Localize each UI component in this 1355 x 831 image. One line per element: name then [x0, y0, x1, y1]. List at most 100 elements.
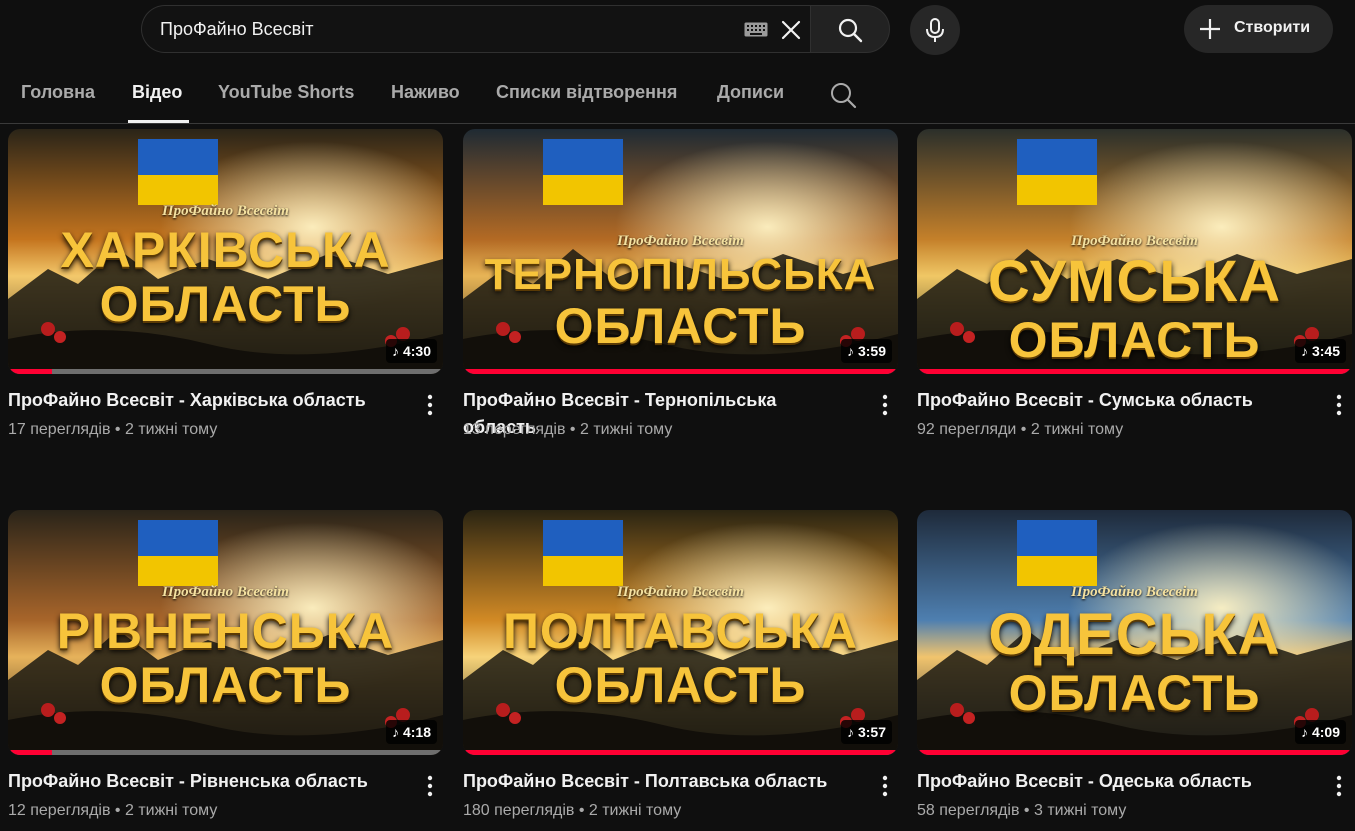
video-title[interactable]: ПроФайно Всесвіт - Харківська область [8, 387, 398, 414]
video-thumbnail[interactable]: ПроФайно Всесвіт РІВНЕНСЬКА ОБЛАСТЬ ♪ 4:1… [8, 510, 443, 755]
thumbnail-title-line2: ОБЛАСТЬ [1008, 312, 1261, 368]
watch-progress-fill [917, 750, 1352, 755]
upload-age: 2 тижні тому [1030, 421, 1124, 438]
video-thumbnail[interactable]: ПроФайно Всесвіт СУМСЬКА ОБЛАСТЬ ♪ 3:45 [917, 129, 1352, 374]
music-note-icon: ♪ [846, 724, 854, 740]
thumbnail-title-line1: СУМСЬКА [987, 249, 1282, 314]
thumbnail-title-line2: ОБЛАСТЬ [99, 657, 352, 713]
tab-videos[interactable]: Відео [132, 82, 182, 103]
duration-text: 4:09 [1311, 724, 1340, 740]
watch-progress-fill [8, 369, 52, 374]
watch-progress-fill [917, 369, 1352, 374]
watch-progress-fill [8, 750, 52, 755]
upload-age: 2 тижні тому [588, 802, 682, 819]
tab-home[interactable]: Головна [21, 82, 95, 103]
video-title[interactable]: ПроФайно Всесвіт - Сумська область [917, 387, 1307, 414]
video-title[interactable]: ПроФайно Всесвіт - Полтавська область [463, 768, 853, 795]
thumbnail-brand-text: ПроФайно Всесвіт [617, 584, 744, 600]
more-actions-icon[interactable] [875, 393, 895, 417]
duration-badge: ♪ 3:59 [840, 339, 892, 363]
watch-progress-fill [463, 369, 898, 374]
view-count: 58 переглядів [917, 802, 1020, 819]
create-button[interactable]: Створити [1184, 5, 1333, 53]
music-note-icon: ♪ [1300, 724, 1308, 740]
watch-progress-bar [8, 369, 443, 374]
thumbnail-title-line1: ХАРКІВСЬКА [60, 222, 391, 278]
thumbnail-title-line1: ОДЕСЬКА [988, 602, 1281, 667]
watch-progress-bar [8, 750, 443, 755]
view-count: 180 переглядів [463, 802, 575, 819]
channel-tabs: Головна Відео YouTube Shorts Наживо Спис… [0, 66, 1355, 124]
view-count: 92 перегляди [917, 421, 1017, 438]
duration-text: 3:59 [857, 343, 886, 359]
upload-age: 3 тижні тому [1033, 802, 1127, 819]
watch-progress-bar [463, 750, 898, 755]
create-label: Створити [1234, 19, 1311, 36]
tab-live[interactable]: Наживо [391, 82, 460, 103]
thumbnail-brand-text: ПроФайно Всесвіт [617, 233, 744, 249]
view-count: 17 переглядів [8, 421, 111, 438]
keyboard-icon[interactable] [744, 22, 768, 37]
active-tab-indicator [128, 120, 189, 123]
thumbnail-title-line2: ОБЛАСТЬ [99, 276, 352, 332]
more-actions-icon[interactable] [420, 774, 440, 798]
top-bar: Створити [0, 0, 1355, 58]
upload-age: 2 тижні тому [124, 802, 218, 819]
duration-text: 4:30 [402, 343, 431, 359]
search-box [141, 5, 811, 53]
microphone-icon [926, 18, 944, 42]
music-note-icon: ♪ [391, 724, 399, 740]
video-metadata: 92 перегляди • 2 тижні тому [917, 421, 1124, 438]
video-thumbnail[interactable]: ПроФайно Всесвіт ПОЛТАВСЬКА ОБЛАСТЬ ♪ 3:5… [463, 510, 898, 755]
duration-text: 3:57 [857, 724, 886, 740]
watch-progress-bar [463, 369, 898, 374]
thumbnail-title-line1: РІВНЕНСЬКА [56, 603, 395, 659]
watch-progress-fill [463, 750, 898, 755]
upload-age: 2 тижні тому [124, 421, 218, 438]
watch-progress-bar [917, 369, 1352, 374]
channel-search-icon[interactable] [829, 81, 857, 109]
video-metadata: 17 переглядів • 2 тижні тому [8, 421, 218, 438]
duration-badge: ♪ 4:30 [385, 339, 437, 363]
video-title[interactable]: ПроФайно Всесвіт - Одеська область [917, 768, 1307, 795]
video-title[interactable]: ПроФайно Всесвіт - Рівненська область [8, 768, 398, 795]
tab-playlists[interactable]: Списки відтворення [496, 82, 677, 103]
music-note-icon: ♪ [846, 343, 854, 359]
duration-text: 4:18 [402, 724, 431, 740]
video-metadata: 58 переглядів • 3 тижні тому [917, 802, 1127, 819]
search-input[interactable] [160, 6, 720, 52]
search-button[interactable] [810, 5, 890, 53]
view-count: 13 переглядів [463, 421, 566, 438]
music-note-icon: ♪ [1300, 343, 1308, 359]
thumbnail-brand-text: ПроФайно Всесвіт [162, 203, 289, 219]
thumbnail-brand-text: ПроФайно Всесвіт [1071, 233, 1198, 249]
video-metadata: 13 переглядів • 2 тижні тому [463, 421, 673, 438]
upload-age: 2 тижні тому [579, 421, 673, 438]
video-thumbnail[interactable]: ПроФайно Всесвіт ТЕРНОПІЛЬСЬКА ОБЛАСТЬ ♪… [463, 129, 898, 374]
duration-badge: ♪ 4:18 [385, 720, 437, 744]
thumbnail-title-line1: ТЕРНОПІЛЬСЬКА [484, 250, 877, 299]
watch-progress-bar [917, 750, 1352, 755]
tab-shorts[interactable]: YouTube Shorts [218, 82, 354, 103]
voice-search-button[interactable] [910, 5, 960, 55]
thumbnail-title-line2: ОБЛАСТЬ [554, 657, 807, 713]
view-count: 12 переглядів [8, 802, 111, 819]
music-note-icon: ♪ [391, 343, 399, 359]
thumbnail-brand-text: ПроФайно Всесвіт [1071, 584, 1198, 600]
plus-icon [1200, 19, 1220, 39]
video-thumbnail[interactable]: ПроФайно Всесвіт ОДЕСЬКА ОБЛАСТЬ ♪ 4:09 [917, 510, 1352, 755]
duration-badge: ♪ 3:45 [1294, 339, 1346, 363]
video-metadata: 12 переглядів • 2 тижні тому [8, 802, 218, 819]
clear-search-icon[interactable] [778, 17, 804, 43]
duration-badge: ♪ 3:57 [840, 720, 892, 744]
thumbnail-brand-text: ПроФайно Всесвіт [162, 584, 289, 600]
thumbnail-title-line2: ОБЛАСТЬ [1008, 665, 1261, 721]
video-thumbnail[interactable]: ПроФайно Всесвіт ХАРКІВСЬКА ОБЛАСТЬ ♪ 4:3… [8, 129, 443, 374]
search-icon [838, 18, 863, 43]
more-actions-icon[interactable] [420, 393, 440, 417]
more-actions-icon[interactable] [875, 774, 895, 798]
duration-text: 3:45 [1311, 343, 1340, 359]
more-actions-icon[interactable] [1329, 393, 1349, 417]
tab-posts[interactable]: Дописи [717, 82, 784, 103]
more-actions-icon[interactable] [1329, 774, 1349, 798]
